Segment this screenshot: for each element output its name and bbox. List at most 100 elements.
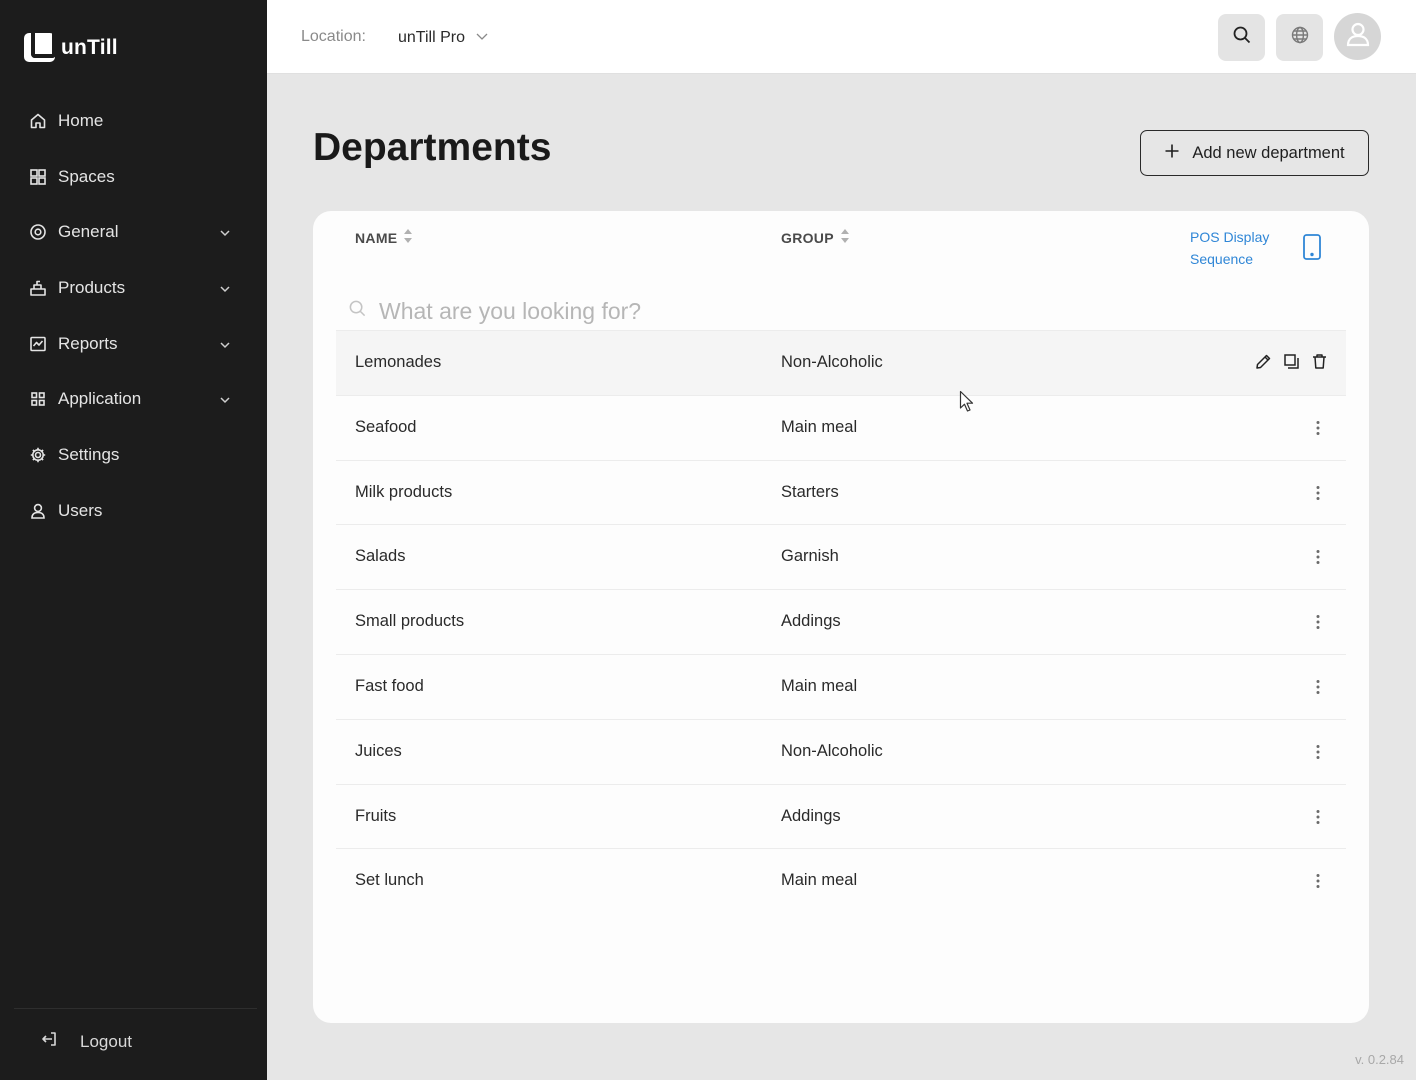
chevron-down-icon [219, 226, 231, 238]
more-options-icon[interactable] [1310, 612, 1326, 632]
app-version: v. 0.2.84 [1355, 1052, 1404, 1067]
cell-group: Non-Alcoholic [781, 741, 883, 760]
sidebar-divider [14, 1008, 257, 1009]
table-row[interactable]: Lemonades Non-Alcoholic [336, 331, 1346, 396]
column-header-name[interactable]: NAME [355, 228, 413, 247]
sidebar-item-label: Products [58, 277, 126, 297]
pos-display-line2: Sequence [1190, 251, 1254, 267]
cell-name: Fruits [355, 806, 397, 825]
logout-button[interactable]: Logout [40, 1030, 132, 1053]
globe-icon [1290, 25, 1310, 50]
location-selector[interactable]: unTill Pro [398, 28, 489, 47]
apps-icon [29, 390, 47, 408]
column-header-group[interactable]: GROUP [781, 228, 850, 247]
cell-group: Addings [781, 612, 841, 631]
cell-name: Lemonades [355, 353, 442, 371]
user-avatar-icon [1344, 20, 1372, 53]
sidebar-item-spaces[interactable]: Spaces [0, 149, 267, 205]
departments-table: Lemonades Non-Alcoholic Seafood Main mea… [336, 331, 1346, 914]
box-stack-icon [29, 279, 47, 297]
page-title: Departments [313, 126, 552, 169]
search-bar [348, 291, 1346, 331]
more-options-icon[interactable] [1310, 418, 1326, 438]
row-actions [1254, 352, 1328, 370]
table-row[interactable]: Set lunch Main meal [336, 849, 1346, 914]
topbar: Location: unTill Pro [267, 0, 1416, 74]
search-button[interactable] [1218, 14, 1265, 61]
cell-group: Starters [781, 482, 839, 501]
sidebar-item-label: General [58, 222, 119, 242]
more-options-icon[interactable] [1310, 742, 1326, 762]
logout-icon [40, 1030, 58, 1053]
sidebar-item-users[interactable]: Users [0, 483, 267, 539]
plus-icon [1164, 143, 1180, 164]
more-options-icon[interactable] [1310, 483, 1326, 503]
sidebar-item-label: Spaces [58, 166, 115, 186]
sort-icon [840, 228, 850, 247]
sidebar-item-label: Settings [58, 444, 120, 464]
cell-name: Salads [355, 547, 406, 566]
edit-icon[interactable] [1254, 352, 1272, 370]
tablet-icon[interactable] [1302, 233, 1322, 266]
copy-icon[interactable] [1282, 352, 1300, 370]
location-label: Location: [301, 28, 366, 45]
chart-icon [29, 335, 47, 353]
more-options-icon[interactable] [1310, 677, 1326, 697]
table-row[interactable]: Fruits Addings [336, 785, 1346, 850]
cell-name: Seafood [355, 417, 417, 436]
logo[interactable]: unTill [24, 33, 118, 62]
chevron-down-icon [219, 282, 231, 294]
sidebar-item-products[interactable]: Products [0, 260, 267, 316]
sidebar-item-settings[interactable]: Settings [0, 427, 267, 483]
table-row[interactable]: Seafood Main meal [336, 396, 1346, 461]
search-input[interactable] [379, 297, 1279, 325]
sidebar-item-label: Users [58, 500, 103, 520]
language-button[interactable] [1276, 14, 1323, 61]
sidebar-item-label: Application [58, 389, 142, 409]
add-department-button[interactable]: Add new department [1140, 130, 1369, 176]
delete-icon[interactable] [1310, 352, 1328, 370]
search-icon [1232, 25, 1252, 50]
table-row[interactable]: Small products Addings [336, 590, 1346, 655]
more-options-icon[interactable] [1310, 807, 1326, 827]
table-row[interactable]: Milk products Starters [336, 461, 1346, 526]
pos-display-sequence-link[interactable]: POS Display Sequence [1190, 226, 1269, 270]
column-header-name-label: NAME [355, 229, 398, 246]
cell-group: Non-Alcoholic [781, 353, 883, 371]
mouse-pointer-icon [959, 390, 975, 419]
sidebar-item-application[interactable]: Application [0, 371, 267, 427]
grid-icon [29, 168, 47, 186]
home-icon [29, 112, 47, 130]
sidebar-nav: Home Spaces General Products Reports App… [0, 93, 267, 539]
sort-icon [403, 228, 413, 247]
location-value: unTill Pro [398, 28, 465, 46]
pos-display-line1: POS Display [1190, 229, 1270, 245]
logo-text: unTill [61, 35, 118, 59]
chevron-down-icon [475, 28, 489, 47]
cell-group: Garnish [781, 547, 839, 566]
avatar[interactable] [1334, 13, 1381, 60]
cell-group: Main meal [781, 676, 858, 695]
cell-name: Juices [355, 741, 402, 760]
more-options-icon[interactable] [1310, 547, 1326, 567]
logo-mark-icon [24, 33, 56, 62]
table-row[interactable]: Salads Garnish [336, 525, 1346, 591]
target-icon [29, 223, 47, 241]
more-options-icon[interactable] [1310, 871, 1326, 891]
cell-name: Fast food [355, 676, 424, 695]
chevron-down-icon [219, 393, 231, 405]
sidebar-item-reports[interactable]: Reports [0, 316, 267, 372]
table-row[interactable]: Juices Non-Alcoholic [336, 720, 1346, 785]
sidebar-item-general[interactable]: General [0, 204, 267, 260]
cell-group: Main meal [781, 417, 858, 436]
logout-label: Logout [80, 1031, 132, 1051]
departments-card: NAME GROUP POS Display Sequence Lemonade… [313, 211, 1369, 1023]
cell-group: Addings [781, 806, 841, 825]
sidebar-item-label: Reports [58, 333, 118, 353]
cell-group: Main meal [781, 871, 858, 890]
table-row[interactable]: Fast food Main meal [336, 655, 1346, 720]
sidebar-item-label: Home [58, 110, 104, 130]
add-department-label: Add new department [1192, 143, 1345, 162]
sidebar-item-home[interactable]: Home [0, 93, 267, 149]
cell-name: Set lunch [355, 871, 424, 890]
